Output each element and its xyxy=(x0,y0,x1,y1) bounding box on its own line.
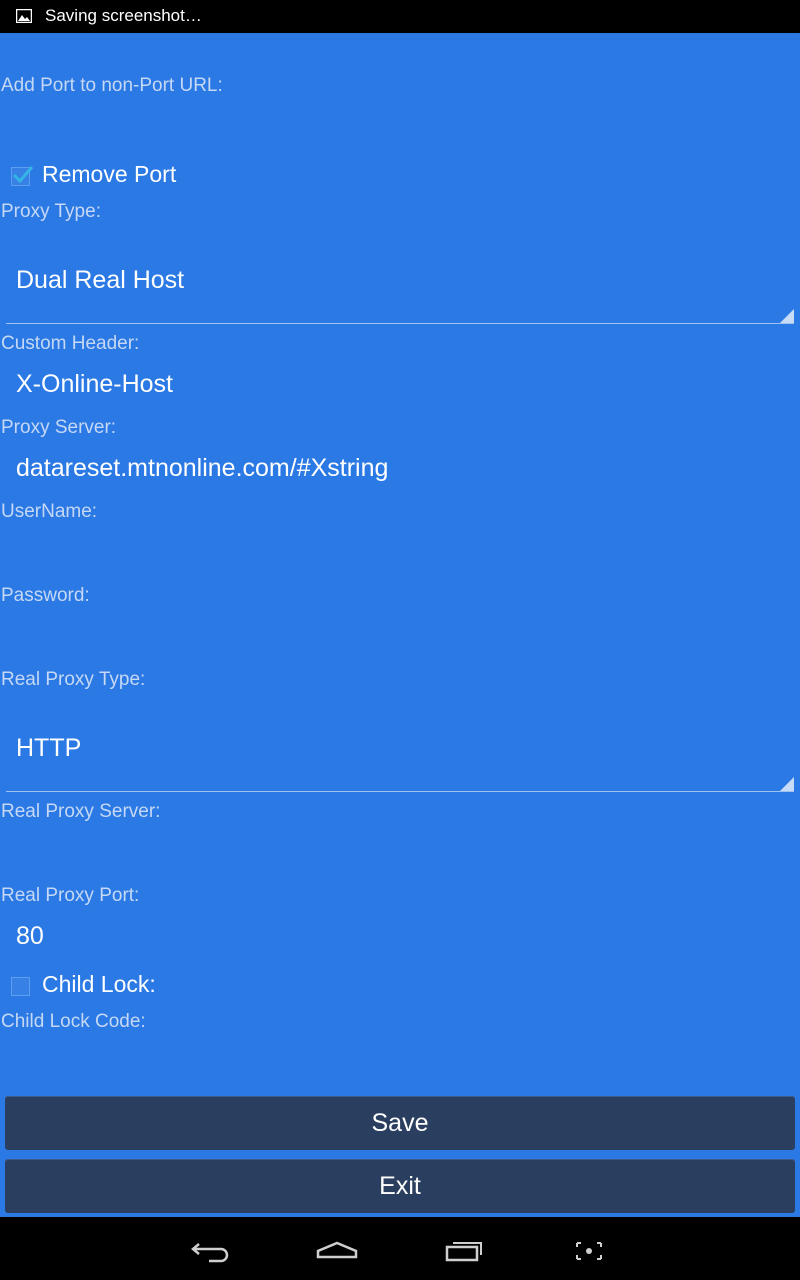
real-proxy-server-input[interactable] xyxy=(16,838,796,870)
username-label: UserName: xyxy=(1,501,98,522)
real-proxy-type-value: HTTP xyxy=(16,734,82,762)
real-proxy-port-label: Real Proxy Port: xyxy=(1,885,140,906)
add-port-input[interactable] xyxy=(0,105,800,145)
remove-port-checkbox-row[interactable]: Remove Port xyxy=(0,157,800,197)
real-proxy-type-label: Real Proxy Type: xyxy=(1,669,146,690)
child-lock-checkbox-row[interactable]: Child Lock: xyxy=(0,967,800,1007)
remove-port-label: Remove Port xyxy=(42,161,177,187)
child-lock-label: Child Lock: xyxy=(42,971,156,997)
custom-header-input[interactable]: X-Online-Host xyxy=(16,370,173,399)
proxy-type-label: Proxy Type: xyxy=(1,201,101,222)
proxy-server-input[interactable]: datareset.mtnonline.com/#Xstring xyxy=(16,454,388,483)
status-text: Saving screenshot… xyxy=(45,6,202,25)
screenshot-icon[interactable] xyxy=(559,1235,619,1265)
save-button[interactable]: Save xyxy=(5,1096,795,1150)
home-icon[interactable] xyxy=(307,1235,367,1265)
proxy-server-label: Proxy Server: xyxy=(1,417,117,438)
password-label: Password: xyxy=(1,585,90,606)
back-icon[interactable] xyxy=(181,1235,241,1265)
child-lock-checkbox[interactable] xyxy=(11,977,30,996)
spinner-underline xyxy=(6,323,794,324)
username-input[interactable] xyxy=(16,538,796,570)
navigation-bar xyxy=(0,1217,800,1280)
add-port-label: Add Port to non-Port URL: xyxy=(1,75,223,96)
child-lock-code-input[interactable] xyxy=(16,1048,796,1080)
status-bar: Saving screenshot… xyxy=(0,0,800,33)
real-proxy-port-input[interactable]: 80 xyxy=(16,922,44,951)
child-lock-code-label: Child Lock Code: xyxy=(1,1011,146,1032)
image-icon xyxy=(15,8,33,24)
password-input[interactable] xyxy=(16,622,796,654)
dropdown-corner-icon xyxy=(780,777,794,791)
checkmark-icon xyxy=(12,166,34,184)
proxy-type-value: Dual Real Host xyxy=(16,266,185,294)
spinner-underline xyxy=(6,791,794,792)
recent-apps-icon[interactable] xyxy=(434,1235,494,1265)
dropdown-corner-icon xyxy=(780,309,794,323)
exit-button[interactable]: Exit xyxy=(5,1159,795,1213)
proxy-type-spinner[interactable]: Dual Real Host xyxy=(0,244,800,324)
settings-form: Add Port to non-Port URL: Remove Port Pr… xyxy=(0,33,800,1217)
remove-port-checkbox[interactable] xyxy=(11,166,34,186)
real-proxy-type-spinner[interactable]: HTTP xyxy=(0,712,800,792)
real-proxy-server-label: Real Proxy Server: xyxy=(1,801,161,822)
custom-header-label: Custom Header: xyxy=(1,333,140,354)
